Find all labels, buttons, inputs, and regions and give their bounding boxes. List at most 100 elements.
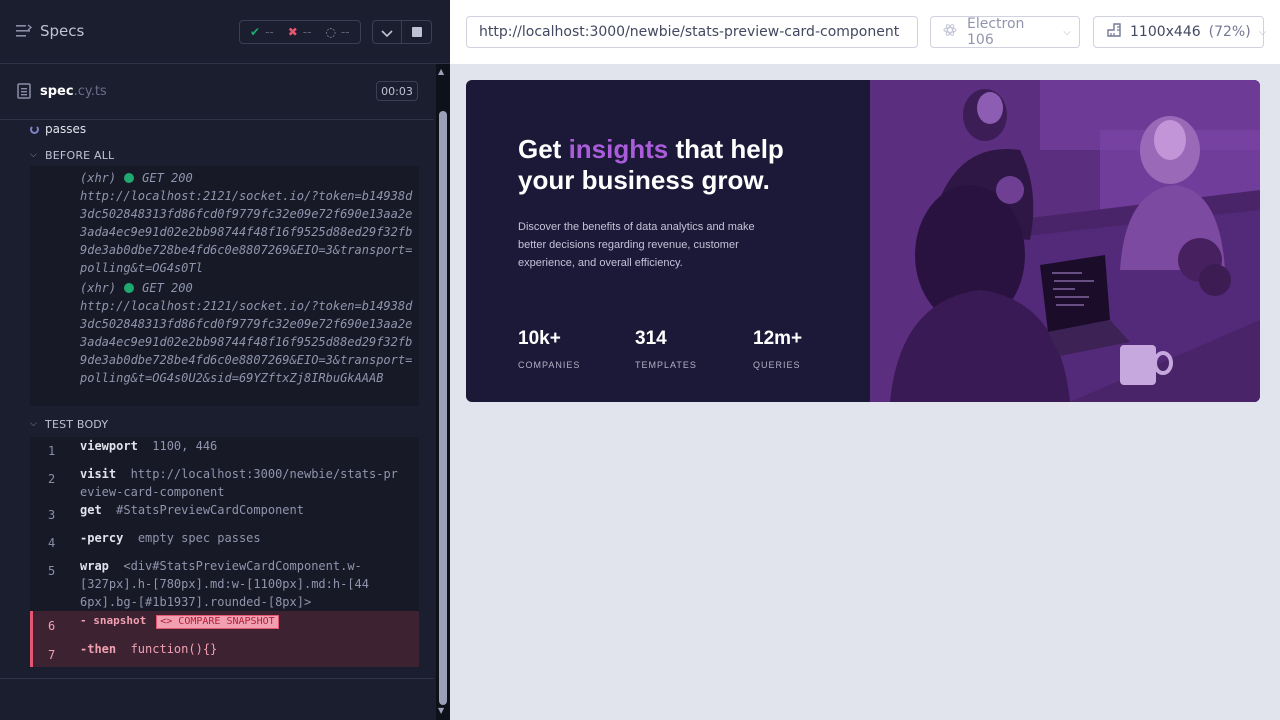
command-row[interactable]: 7 -then function(){}: [30, 639, 419, 667]
command-name: viewport: [80, 439, 138, 453]
command-message: function(){}: [130, 642, 218, 656]
command-message: http://localhost:3000/newbie/stats-previ…: [80, 467, 398, 499]
test-body-commands: 1 viewport 1100, 446 2 visit http://loca…: [30, 437, 419, 667]
hook-test-body-header[interactable]: ⌵ TEST BODY: [30, 416, 108, 432]
command-name: -then: [80, 642, 117, 656]
command-name: -percy: [80, 531, 124, 545]
stat-label: QUERIES: [753, 360, 801, 370]
command-name: visit: [80, 467, 117, 481]
file-icon: [17, 83, 31, 103]
xhr-command[interactable]: (xhr) GET 200: [80, 169, 193, 187]
reporter-panel: Specs ✔ -- ✖ -- ◌ -- spec.cy.ts 00:03 pa…: [0, 0, 450, 720]
command-message: empty spec passes: [137, 531, 261, 545]
status-dot-icon: [124, 283, 135, 293]
test-title-row[interactable]: passes: [30, 121, 86, 137]
viewport-selector[interactable]: 1100x446 (72%) ⌵: [1093, 16, 1267, 48]
status-dot-icon: [124, 173, 135, 183]
check-icon: ✔: [250, 25, 261, 39]
url-field[interactable]: http://localhost:3000/newbie/stats-previ…: [466, 16, 918, 48]
chevron-down-icon: ⌵: [1258, 26, 1267, 38]
running-spinner-icon: [30, 124, 39, 134]
command-number: 4: [48, 536, 56, 550]
stop-button[interactable]: [402, 20, 432, 44]
viewport-size: 1100x446: [1130, 24, 1201, 40]
command-number: 6: [48, 619, 56, 633]
pending-circle-icon: ◌: [325, 25, 336, 39]
electron-icon: [943, 23, 957, 41]
command-number: 2: [48, 472, 56, 486]
failed-stat: ✖ --: [288, 25, 312, 39]
card-description: Discover the benefits of data analytics …: [518, 221, 755, 269]
test-title: passes: [45, 122, 87, 136]
specs-label: Specs: [40, 22, 85, 40]
chevron-down-icon: ⌵: [1063, 26, 1071, 38]
xhr-url: http://localhost:2121/socket.io/?token=b…: [80, 299, 413, 385]
xhr-status: GET 200: [142, 171, 193, 185]
browser-selector[interactable]: Electron 106 ⌵: [930, 16, 1080, 48]
zoom-level: (72%): [1208, 24, 1251, 40]
command-row[interactable]: 3 get #StatsPreviewCardComponent: [30, 501, 419, 525]
passed-stat: ✔ --: [250, 25, 274, 39]
command-name: get: [80, 503, 102, 517]
scroll-down-icon[interactable]: ▼: [438, 706, 444, 715]
stat-queries: 12m+ QUERIES: [753, 328, 802, 370]
xhr-status: GET 200: [142, 281, 193, 295]
command-name: wrap: [80, 559, 109, 573]
scroll-up-icon[interactable]: ▲: [438, 67, 444, 76]
scrollbar-thumb[interactable]: [439, 111, 447, 705]
stat-value: 314: [635, 328, 667, 349]
command-number: 1: [48, 444, 56, 458]
x-icon: ✖: [287, 25, 298, 39]
passed-count: --: [265, 25, 274, 39]
command-message: 1100, 446: [152, 439, 218, 453]
command-row[interactable]: 4 -percy empty spec passes: [30, 529, 419, 553]
browser-name: Electron 106: [967, 16, 1025, 48]
spec-file-name: spec.cy.ts: [40, 84, 107, 99]
aut-header: http://localhost:3000/newbie/stats-previ…: [450, 0, 1280, 64]
menu-icon: [16, 24, 32, 38]
command-message: #StatsPreviewCardComponent: [116, 503, 304, 517]
test-stats: ✔ -- ✖ -- ◌ --: [239, 20, 361, 44]
heading-accent: insights: [568, 134, 669, 164]
command-name: - snapshot: [80, 614, 147, 627]
office-photo-image: [870, 80, 1260, 402]
stat-value: 10k+: [518, 328, 561, 349]
stop-icon: [411, 27, 422, 37]
xhr-type: (xhr): [80, 171, 117, 185]
hook-label: TEST BODY: [45, 417, 109, 431]
xhr-command[interactable]: (xhr) GET 200: [80, 279, 193, 297]
command-number: 5: [48, 564, 56, 578]
stat-label: COMPANIES: [518, 360, 581, 370]
chevron-down-icon: [381, 23, 393, 42]
failed-count: --: [302, 25, 312, 39]
spec-name-base: spec: [40, 84, 74, 99]
expand-collapse-button[interactable]: [372, 20, 402, 44]
divider: [0, 678, 434, 679]
app-under-test-panel: http://localhost:3000/newbie/stats-previ…: [450, 0, 1280, 720]
heading-pre: Get: [518, 134, 569, 164]
chevron-down-icon: ⌵: [30, 150, 38, 160]
command-row[interactable]: 6 - snapshot <> COMPARE SNAPSHOT: [30, 611, 419, 639]
ruler-icon: [1106, 22, 1122, 42]
command-row[interactable]: 2 visit http://localhost:3000/newbie/sta…: [30, 465, 419, 501]
xhr-url: http://localhost:2121/socket.io/?token=b…: [80, 189, 413, 275]
command-row[interactable]: 5 wrap <div#StatsPreviewCardComponent.w-…: [30, 557, 419, 611]
reporter-header: Specs ✔ -- ✖ -- ◌ --: [0, 0, 450, 64]
stats-preview-card: Get insights that help your business gro…: [466, 80, 1260, 402]
card-heading: Get insights that help your business gro…: [518, 134, 838, 196]
specs-toggle-button[interactable]: Specs: [16, 22, 84, 40]
spec-name-ext: .cy.ts: [73, 84, 107, 99]
snapshot-commands-group: 6 - snapshot <> COMPARE SNAPSHOT 7 -then …: [30, 611, 419, 667]
command-message: <div#StatsPreviewCardComponent.w-[327px]…: [80, 559, 369, 609]
stat-label: TEMPLATES: [635, 360, 697, 370]
card-text-column: Get insights that help your business gro…: [518, 134, 838, 272]
pending-stat: ◌ --: [325, 25, 349, 39]
compare-snapshot-badge[interactable]: <> COMPARE SNAPSHOT: [156, 615, 279, 629]
command-row[interactable]: 1 viewport 1100, 446: [30, 437, 419, 461]
command-number: 3: [48, 508, 56, 522]
stat-templates: 314 TEMPLATES: [635, 328, 697, 370]
hook-before-all-header[interactable]: ⌵ BEFORE ALL: [30, 147, 114, 163]
before-all-commands: (xhr) GET 200 http://localhost:2121/sock…: [30, 166, 419, 406]
command-number: 7: [48, 648, 56, 662]
xhr-type: (xhr): [80, 281, 117, 295]
